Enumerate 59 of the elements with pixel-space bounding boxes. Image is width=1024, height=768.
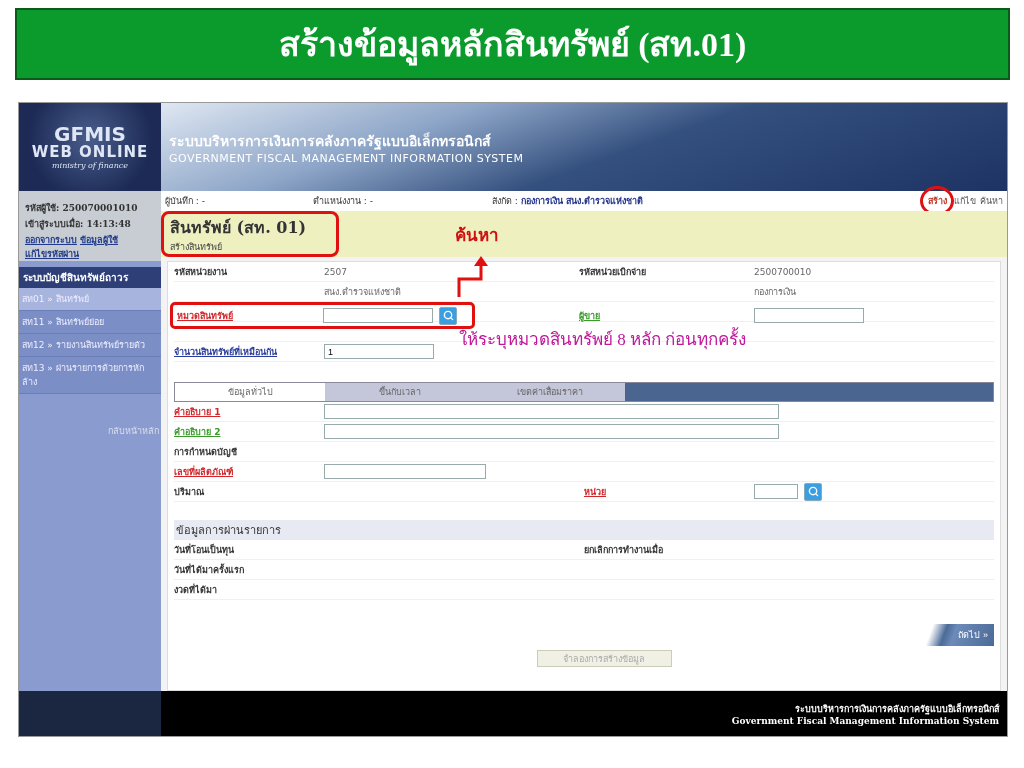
field-label[interactable]: เลขที่ผลิตภัณฑ์ xyxy=(174,464,233,479)
field-label: รหัสหน่วยงาน xyxy=(174,265,227,279)
affiliation-value: กองการเงิน สนง.ตำรวจแห่งชาติ xyxy=(520,195,644,208)
field-label: การกำหนดบัญชี xyxy=(174,445,237,459)
user-link[interactable]: แก้ไขรหัสผ่าน xyxy=(25,247,79,261)
position-info: ตำแหน่งงาน : - xyxy=(313,195,374,208)
system-title: ระบบบริหารการเงินการคลังภาครัฐแบบอิเล็กทรอนิกส์ xyxy=(169,131,492,152)
user-link[interactable]: ออกจากระบบ xyxy=(25,233,77,247)
login-time: เข้าสู่ระบบเมื่อ: 14:13:48 xyxy=(25,217,132,231)
field-label[interactable]: ผู้ขาย xyxy=(579,308,600,323)
input-field[interactable] xyxy=(754,308,864,323)
field-value: 2500700010 xyxy=(754,266,812,277)
slide-title: สร้างข้อมูลหลักสินทรัพย์ (สท.01) xyxy=(15,8,1010,80)
search-button[interactable] xyxy=(804,482,822,501)
recorder-info: ผู้บันทึก : - xyxy=(165,195,206,208)
input-field[interactable] xyxy=(754,484,798,499)
action-link[interactable]: สร้าง xyxy=(927,194,947,208)
affiliation-label: สังกัด : xyxy=(492,195,518,208)
field-label[interactable]: หน่วย xyxy=(584,484,606,499)
field-value: สนง.ตำรวจแห่งชาติ xyxy=(324,285,401,299)
field-value: กองการเงิน xyxy=(754,285,796,299)
sidebar-item[interactable]: สท11 » สินทรัพย์ย่อย xyxy=(19,311,161,334)
field-label: ยกเลิกการทำงานเมื่อ xyxy=(584,542,663,557)
tab[interactable]: เขตค่าเสื่อมราคา xyxy=(475,383,625,401)
annotation-note: ให้ระบุหมวดสินทรัพย์ 8 หลัก ก่อนทุกครั้ง xyxy=(459,325,747,352)
sidebar-item[interactable]: สท13 » ผ่านรายการด้วยการหักล้าง xyxy=(19,357,161,394)
input-field[interactable] xyxy=(323,308,433,323)
system-subtitle: GOVERNMENT FISCAL MANAGEMENT INFORMATION SYSTEM xyxy=(169,151,525,165)
field-label[interactable]: จำนวนสินทรัพย์ที่เหมือนกัน xyxy=(174,344,277,359)
user-id: รหัสผู้ใช้: 250070001010 xyxy=(25,202,139,215)
section-title: ข้อมูลการผ่านรายการ xyxy=(174,520,994,540)
sidebar-item[interactable]: สท12 » รายงานสินทรัพย์รายตัว xyxy=(19,334,161,357)
tab[interactable]: ข้อมูลทั่วไป xyxy=(175,383,325,401)
field-value: 2507 xyxy=(324,266,347,277)
field-label[interactable]: หมวดสินทรัพย์ xyxy=(177,308,233,323)
annotation-arrow xyxy=(457,256,488,297)
search-button[interactable] xyxy=(439,306,457,325)
input-field[interactable] xyxy=(324,464,486,479)
field-label: วันที่ได้มาครั้งแรก xyxy=(174,562,244,577)
logo: GFMIS WEB ONLINE ministry of finance xyxy=(19,103,161,191)
page-title: สินทรัพย์ (สท. 01) xyxy=(170,216,308,239)
action-link[interactable]: ค้นหา xyxy=(980,194,1003,208)
field-label: ปริมาณ xyxy=(174,485,204,499)
input-field[interactable] xyxy=(324,424,779,439)
input-field[interactable]: 1 xyxy=(324,344,434,359)
action-link[interactable]: แก้ไข xyxy=(954,194,976,208)
page-subtitle: สร้างสินทรัพย์ xyxy=(170,240,223,254)
tab[interactable]: ขึ้นกับเวลา xyxy=(325,383,475,401)
sidebar-section-header: ระบบบัญชีสินทรัพย์ถาวร xyxy=(19,267,161,288)
footer-text: Government Fiscal Management Information System xyxy=(731,715,999,726)
field-label[interactable]: คำอธิบาย 1 xyxy=(174,404,221,419)
user-link[interactable]: ข้อมูลผู้ใช้ xyxy=(80,233,118,247)
annotation-label: ค้นหา xyxy=(455,225,499,247)
field-label: งวดที่ได้มา xyxy=(174,582,217,597)
footer-text: ระบบบริหารการเงินการคลังภาครัฐแบบอิเล็กทรอนิกส์ xyxy=(795,701,999,716)
field-label: รหัสหน่วยเบิกจ่าย xyxy=(579,265,646,279)
field-label: วันที่โอนเป็นทุน xyxy=(174,542,234,557)
field-label[interactable]: คำอธิบาย 2 xyxy=(174,424,221,439)
input-field[interactable] xyxy=(324,404,779,419)
